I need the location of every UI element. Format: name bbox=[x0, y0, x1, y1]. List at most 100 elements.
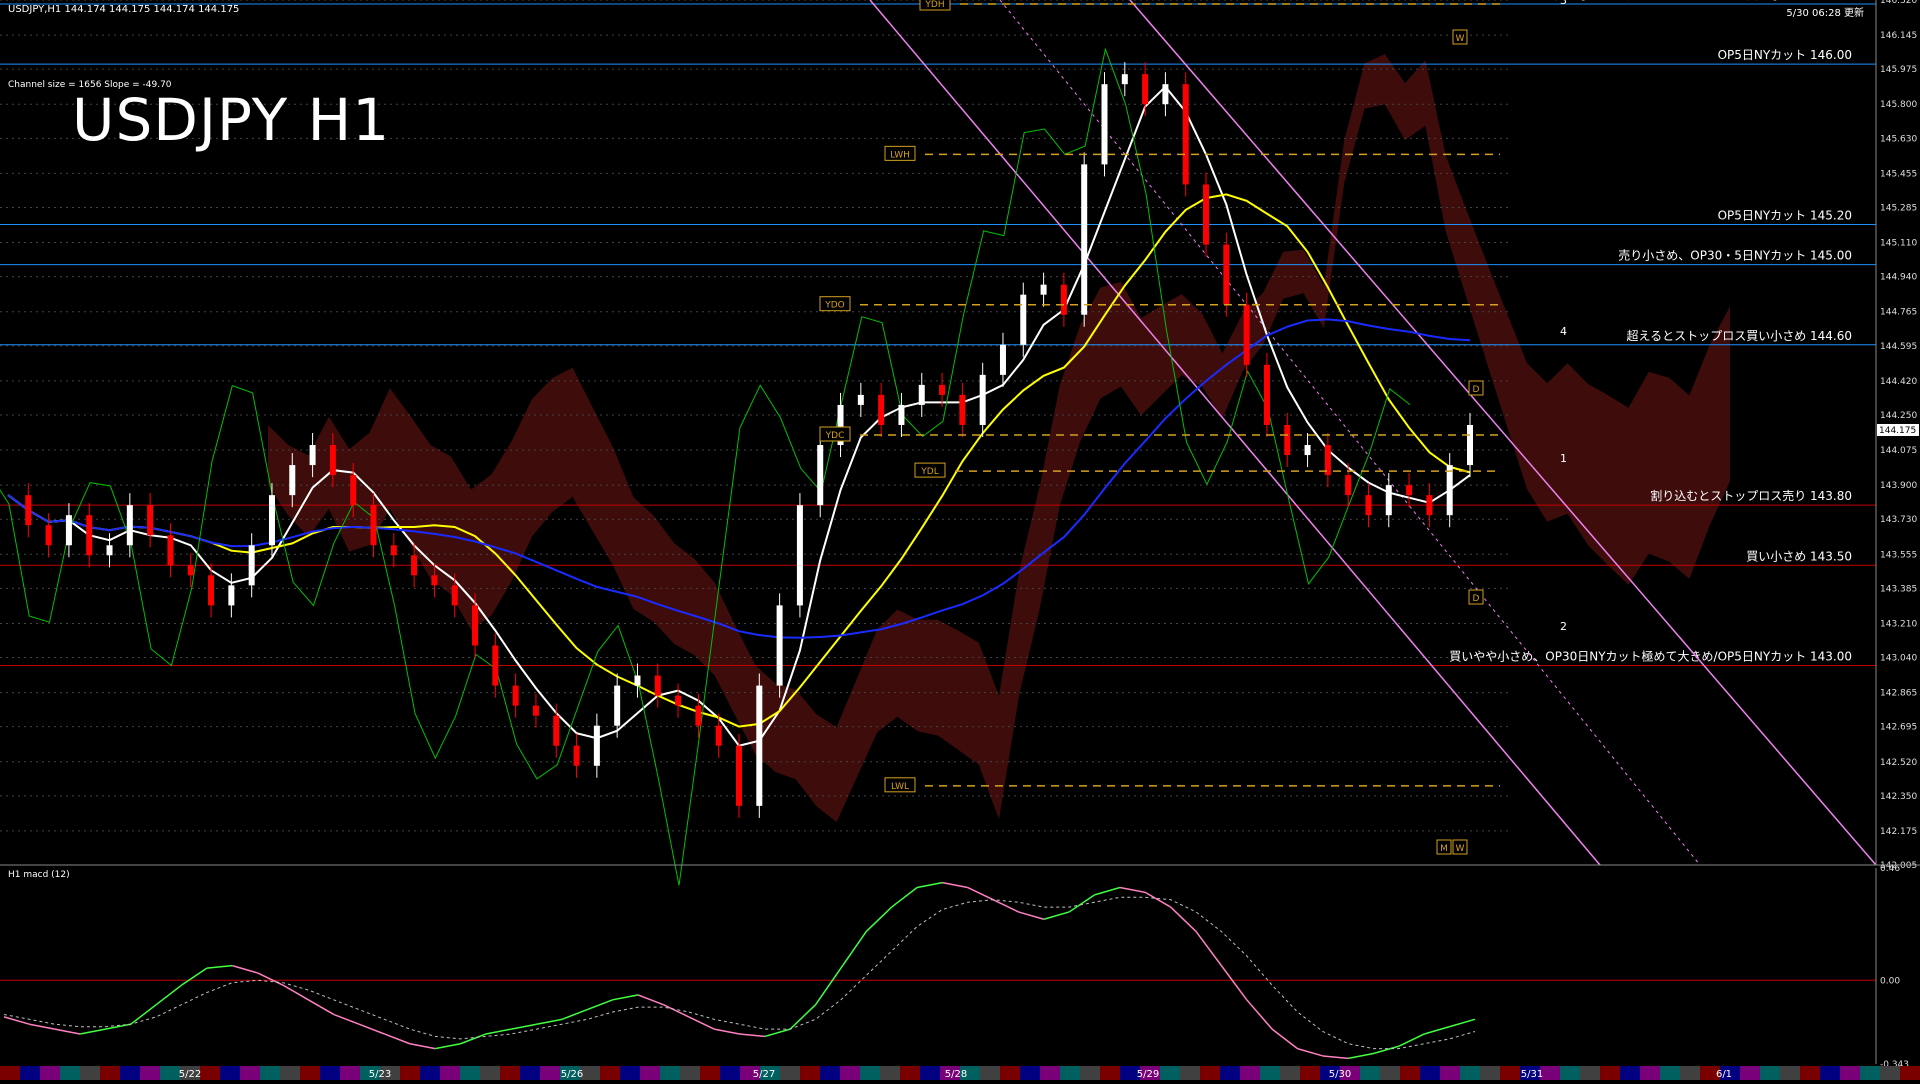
date-label: 5/28 bbox=[945, 1069, 967, 1080]
session-bar bbox=[1580, 1066, 1600, 1080]
candle-body bbox=[370, 505, 377, 546]
session-bar bbox=[1560, 1066, 1580, 1080]
candle-body bbox=[1223, 244, 1230, 305]
price-tick-label: 145.800 bbox=[1880, 100, 1917, 110]
session-bar bbox=[1460, 1066, 1480, 1080]
candle-body bbox=[898, 404, 905, 425]
session-bar bbox=[220, 1066, 240, 1080]
channel-number: 4 bbox=[1560, 325, 1567, 338]
session-bar bbox=[460, 1066, 480, 1080]
candle-body bbox=[959, 394, 966, 425]
session-bar bbox=[900, 1066, 920, 1080]
candle-body bbox=[1385, 485, 1392, 516]
price-tick-label: 143.555 bbox=[1880, 550, 1917, 560]
candle-body bbox=[573, 745, 580, 766]
channel-number: 2 bbox=[1560, 620, 1567, 633]
session-bar bbox=[420, 1066, 440, 1080]
chart-window: 売り小さめ・超えるとストップロス買い小さめ 146.30 OP5日NYカット 14… bbox=[0, 0, 1920, 1080]
session-bar bbox=[1820, 1066, 1840, 1080]
session-bar bbox=[280, 1066, 300, 1080]
price-tick-label: 142.695 bbox=[1880, 723, 1917, 733]
right-marker-label: D bbox=[1473, 385, 1480, 395]
session-bar bbox=[340, 1066, 360, 1080]
candle-body bbox=[857, 394, 864, 405]
session-bar bbox=[260, 1066, 280, 1080]
candle-body bbox=[1101, 84, 1108, 165]
session-bar bbox=[800, 1066, 820, 1080]
price-tick-label: 142.350 bbox=[1880, 792, 1917, 802]
candle-body bbox=[1345, 475, 1352, 496]
marker-label: YDO bbox=[824, 301, 845, 311]
session-bar bbox=[1860, 1066, 1880, 1080]
session-bar bbox=[1300, 1066, 1320, 1080]
candle-body bbox=[411, 555, 418, 576]
candle-body bbox=[1142, 74, 1149, 105]
session-bar bbox=[60, 1066, 80, 1080]
candle-body bbox=[472, 605, 479, 646]
right-marker-label: D bbox=[1473, 594, 1480, 604]
candle-body bbox=[675, 695, 682, 706]
session-bar bbox=[160, 1066, 180, 1080]
session-bar bbox=[1420, 1066, 1440, 1080]
session-bar bbox=[700, 1066, 720, 1080]
candle-body bbox=[1467, 424, 1473, 466]
price-tick-label: 144.595 bbox=[1880, 342, 1917, 352]
session-bar bbox=[640, 1066, 660, 1080]
session-bar bbox=[1380, 1066, 1400, 1080]
candle-body bbox=[1060, 284, 1067, 315]
candle-body bbox=[208, 575, 215, 606]
price-tick-label: 146.145 bbox=[1880, 31, 1917, 41]
candle-body bbox=[126, 505, 133, 546]
session-bar bbox=[620, 1066, 640, 1080]
candle-body bbox=[167, 535, 174, 566]
session-bar bbox=[0, 1066, 20, 1080]
candle-body bbox=[309, 445, 316, 466]
date-label: 5/22 bbox=[179, 1069, 201, 1080]
right-marker-label: W bbox=[1456, 844, 1465, 854]
candle-body bbox=[1284, 424, 1291, 456]
price-tick-label: 145.630 bbox=[1880, 134, 1917, 144]
candle-body bbox=[878, 394, 885, 425]
session-bar bbox=[1680, 1066, 1700, 1080]
marker-label: YDC bbox=[825, 431, 845, 441]
price-tick-label: 144.940 bbox=[1880, 273, 1917, 283]
price-tick-label: 143.730 bbox=[1880, 515, 1917, 525]
session-bar bbox=[320, 1066, 340, 1080]
price-tick-label: 145.975 bbox=[1880, 65, 1917, 75]
session-bar bbox=[1020, 1066, 1040, 1080]
session-bar bbox=[780, 1066, 800, 1080]
candle-body bbox=[593, 725, 600, 766]
marker-label: LWL bbox=[891, 782, 909, 792]
session-bar bbox=[540, 1066, 560, 1080]
candle-body bbox=[1203, 184, 1210, 245]
candle-body bbox=[695, 705, 702, 726]
price-tick-label: 146.320 bbox=[1880, 0, 1917, 6]
session-bar bbox=[600, 1066, 620, 1080]
candle-body bbox=[248, 545, 255, 586]
session-bar bbox=[980, 1066, 1000, 1080]
marker-label: LWH bbox=[890, 150, 910, 160]
candle-body bbox=[654, 675, 661, 696]
date-label: 5/27 bbox=[753, 1069, 775, 1080]
session-bar bbox=[1240, 1066, 1260, 1080]
candle-body bbox=[228, 585, 235, 606]
session-bar bbox=[1660, 1066, 1680, 1080]
session-bar bbox=[240, 1066, 260, 1080]
session-bar bbox=[20, 1066, 40, 1080]
candle-body bbox=[634, 675, 641, 686]
price-tick-label: 144.765 bbox=[1880, 308, 1917, 318]
session-bar bbox=[880, 1066, 900, 1080]
session-bar bbox=[1180, 1066, 1200, 1080]
macd-tick-label: 0.00 bbox=[1880, 976, 1900, 986]
candle-body bbox=[187, 565, 194, 576]
session-bar bbox=[1160, 1066, 1180, 1080]
session-bar bbox=[1480, 1066, 1500, 1080]
session-bar bbox=[500, 1066, 520, 1080]
candle-body bbox=[431, 575, 438, 586]
channel-number: 3 bbox=[1560, 0, 1567, 7]
price-tick-label: 145.285 bbox=[1880, 203, 1917, 213]
symbol-info: USDJPY,H1 144.174 144.175 144.174 144.17… bbox=[8, 4, 240, 15]
session-bar bbox=[300, 1066, 320, 1080]
candle-body bbox=[532, 705, 539, 716]
price-tick-label: 145.455 bbox=[1880, 169, 1917, 179]
